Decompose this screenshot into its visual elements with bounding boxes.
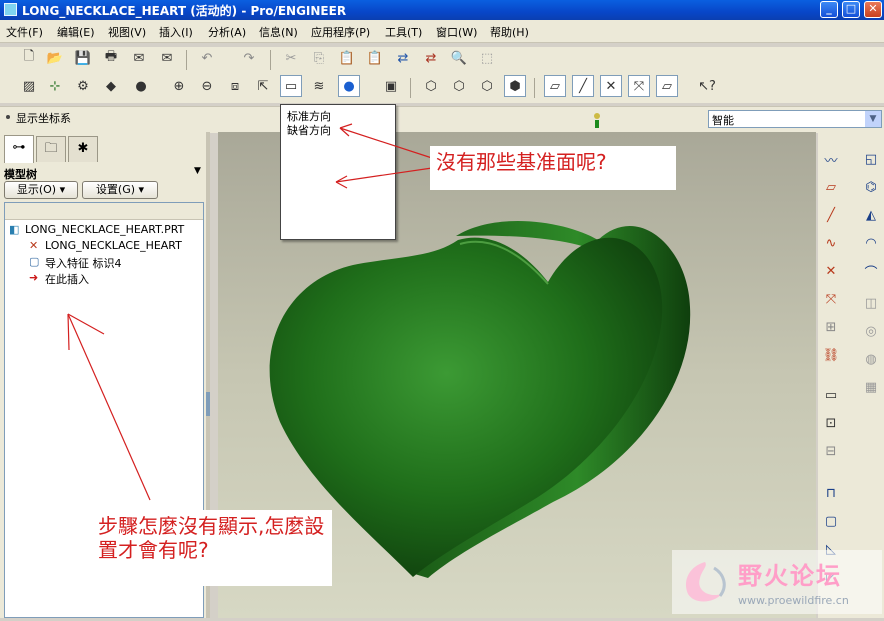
annotation-note-bottom: 步驟怎麼沒有顯示,怎麼設置才會有呢? xyxy=(92,510,332,586)
watermark-title: 野火论坛 xyxy=(738,562,842,590)
forum-watermark: 野火论坛 www.proewildfire.cn xyxy=(672,550,882,614)
forum-logo-icon xyxy=(685,562,726,602)
watermark-url: www.proewildfire.cn xyxy=(738,594,849,607)
annotation-note-top: 沒有那些基准面呢? xyxy=(430,146,676,190)
